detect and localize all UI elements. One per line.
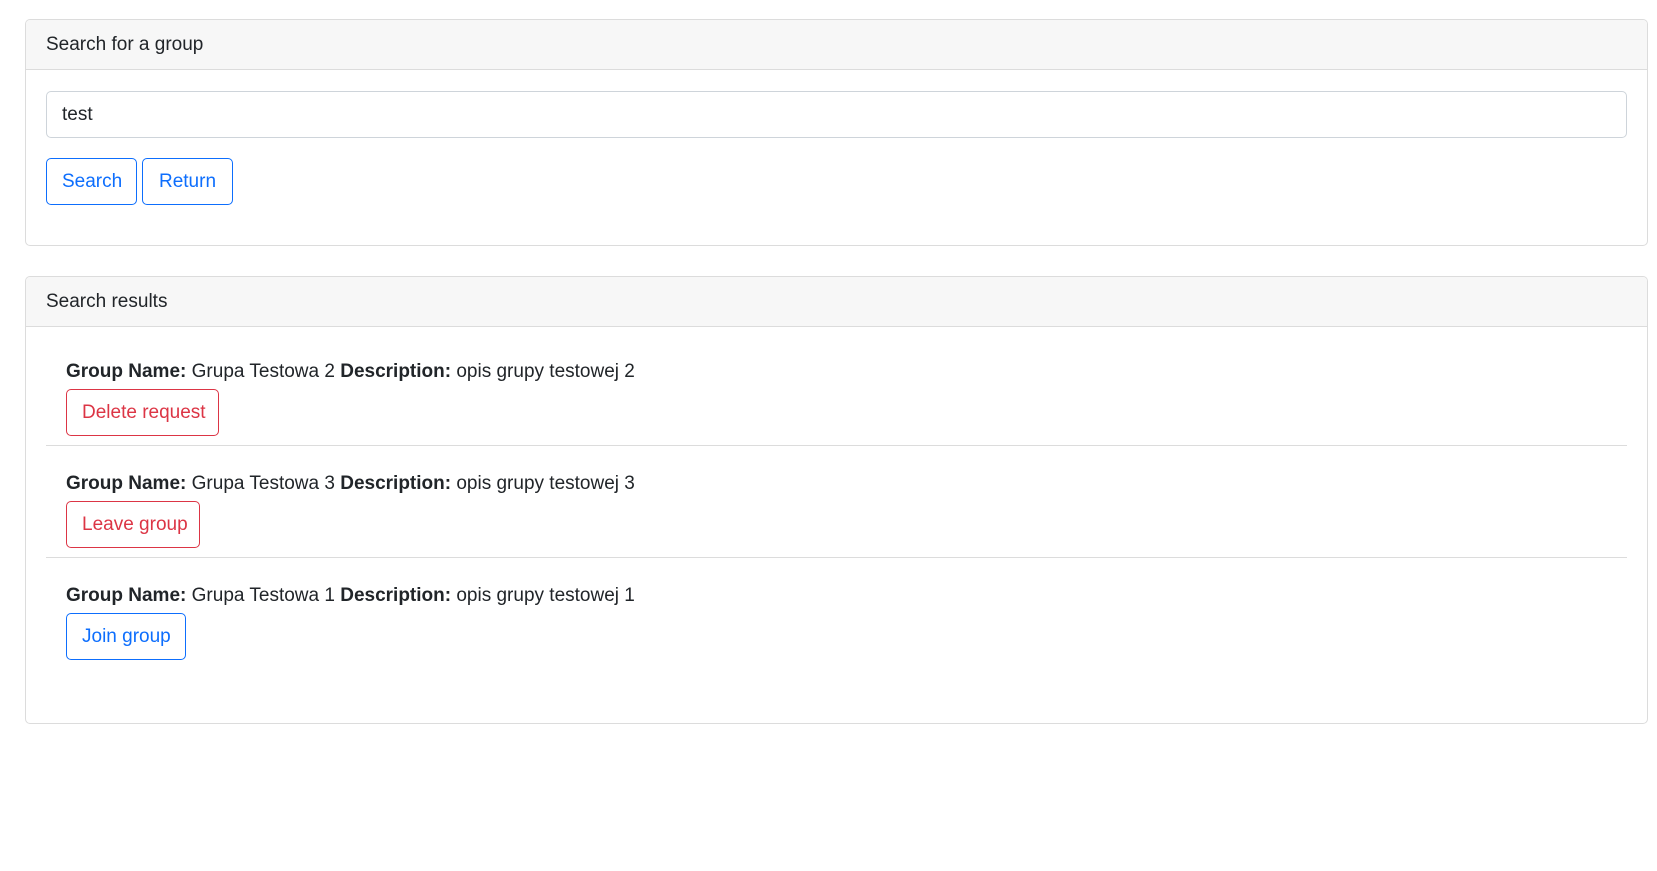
- description-label: Description:: [340, 361, 452, 382]
- list-item: Group Name: Grupa Testowa 1 Description:…: [46, 551, 1627, 669]
- results-card-header: Search results: [26, 277, 1647, 327]
- group-name-value: Grupa Testowa 1: [191, 585, 335, 606]
- group-name-value: Grupa Testowa 3: [191, 473, 335, 494]
- result-info: Group Name: Grupa Testowa 2 Description:…: [66, 361, 635, 383]
- group-name-label: Group Name:: [66, 473, 187, 494]
- return-button[interactable]: Return: [142, 158, 233, 205]
- group-name-value: Grupa Testowa 2: [191, 361, 335, 382]
- results-card: Search results Group Name: Grupa Testowa…: [25, 276, 1648, 724]
- result-info: Group Name: Grupa Testowa 3 Description:…: [66, 473, 635, 495]
- leave-group-button[interactable]: Leave group: [66, 501, 200, 548]
- join-group-button[interactable]: Join group: [66, 613, 186, 660]
- search-input[interactable]: [46, 91, 1627, 138]
- list-item: Group Name: Grupa Testowa 2 Description:…: [46, 327, 1627, 446]
- description-value: opis grupy testowej 3: [456, 473, 635, 494]
- result-info: Group Name: Grupa Testowa 1 Description:…: [66, 585, 635, 607]
- group-name-label: Group Name:: [66, 585, 187, 606]
- delete-request-button[interactable]: Delete request: [66, 389, 219, 436]
- search-button[interactable]: Search: [46, 158, 137, 205]
- description-value: opis grupy testowej 2: [456, 361, 635, 382]
- description-label: Description:: [340, 585, 452, 606]
- description-value: opis grupy testowej 1: [456, 585, 635, 606]
- search-card-header: Search for a group: [26, 20, 1647, 70]
- group-name-label: Group Name:: [66, 361, 187, 382]
- search-card: Search for a group Search Return: [25, 19, 1648, 246]
- list-item: Group Name: Grupa Testowa 3 Description:…: [46, 439, 1627, 558]
- description-label: Description:: [340, 473, 452, 494]
